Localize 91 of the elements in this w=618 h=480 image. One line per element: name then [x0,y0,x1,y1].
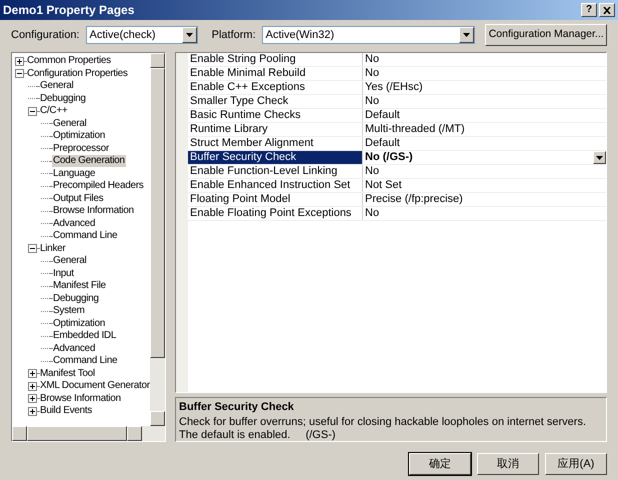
tree-item[interactable]: Linker [39,242,66,255]
close-icon [603,6,611,14]
tree-item[interactable]: General [52,118,88,130]
dropdown-arrow-icon [463,33,470,37]
collapse-icon[interactable] [28,106,37,116]
tree-item[interactable]: Command Line [52,230,118,242]
platform-dropdown[interactable]: Active(Win32) [262,26,476,44]
property-value: No [364,165,380,178]
property-row[interactable]: Runtime Library Multi-threaded (/MT) [188,123,606,137]
dialog-button[interactable]: 确定 [409,453,471,475]
tree-item[interactable]: Optimization [52,318,106,330]
tree-item[interactable]: Advanced [52,218,96,230]
property-value: Multi-threaded (/MT) [364,123,466,136]
property-row[interactable]: Basic Runtime Checks Default [188,109,606,123]
platform-label: Platform: [212,28,256,43]
property-row[interactable]: Enable Minimal Rebuild No [188,67,606,81]
property-row[interactable]: Enable Function-Level Linking No [188,165,606,179]
tree-item[interactable]: Build Events [39,405,93,418]
tree-item[interactable]: Browse Information [52,205,135,218]
configuration-manager-button[interactable]: Configuration Manager... [485,24,607,46]
collapse-icon[interactable] [28,244,37,254]
close-button[interactable] [599,3,615,17]
property-row[interactable]: Buffer Security Check No (/GS-) [188,151,606,165]
tree-item[interactable]: General [52,255,88,268]
tree-item[interactable]: Optimization [52,130,106,142]
property-row[interactable]: Floating Point Model Precise (/fp:precise) [188,193,606,207]
property-name: Enable Minimal Rebuild [188,67,363,80]
property-value-dropdown[interactable]: No (/GS-) [363,151,606,164]
tree-item[interactable]: Language [52,168,96,180]
collapse-icon[interactable] [15,69,24,78]
configuration-label: Configuration: [11,28,80,43]
property-row[interactable]: Smaller Type Check No [188,95,606,109]
dialog-button[interactable]: 取消 [477,453,539,475]
tree-item[interactable]: Manifest Tool [39,368,96,380]
property-value: No [364,95,380,108]
property-row[interactable]: Enable C++ Exceptions Yes (/EHsc) [188,81,606,95]
property-value: Default [364,137,401,150]
window-title: Demo1 Property Pages [3,2,136,19]
configuration-dropdown[interactable]: Active(check) [86,26,198,44]
property-value: Yes (/EHsc) [364,81,424,94]
property-name: Enable Function-Level Linking [188,165,363,178]
tree-item[interactable]: Preprocessor [52,142,110,155]
tree-item[interactable]: Browse Information [39,392,122,405]
dialog-button[interactable]: 应用(A) [545,453,607,475]
property-name: Basic Runtime Checks [188,109,363,122]
tree-item[interactable]: Output Files [52,192,104,205]
tree-item[interactable]: General [39,80,74,92]
tree-item[interactable]: Debugging [52,292,100,305]
vertical-scrollbar[interactable] [150,53,165,426]
property-name: Smaller Type Check [188,95,363,108]
tree-item[interactable]: Precompiled Headers [52,180,144,192]
tree-item[interactable]: C/C++ [39,105,68,118]
expand-icon[interactable] [28,382,37,391]
property-name: Enable Enhanced Instruction Set [188,179,363,192]
property-name: Struct Member Alignment [188,137,363,150]
property-name: Enable String Pooling [188,53,363,66]
property-name: Enable C++ Exceptions [188,81,363,94]
tree-item[interactable]: Configuration Properties [26,68,129,80]
expand-icon[interactable] [28,369,37,378]
expand-icon[interactable] [28,406,37,416]
expand-icon[interactable] [15,56,24,66]
property-value: Precise (/fp:precise) [364,193,464,206]
tree-item[interactable]: Embedded IDL [52,330,118,342]
property-value: Not Set [364,179,403,192]
property-value: No [364,67,380,80]
tree-item[interactable]: XML Document Generator [39,380,150,392]
property-name: Floating Point Model [188,193,363,206]
property-name: Enable Floating Point Exceptions [188,207,363,220]
help-button[interactable]: ? [581,3,597,17]
expand-icon[interactable] [28,394,37,404]
property-value: Default [364,109,401,122]
dropdown-arrow-icon [186,33,193,37]
dropdown-arrow-icon [596,156,603,160]
tree-item[interactable]: Command Line [52,355,118,368]
property-value: No [364,207,380,220]
property-row[interactable]: Enable String Pooling No [188,53,606,67]
property-name: Runtime Library [188,123,363,136]
tree-item[interactable]: Input [52,268,75,280]
tree-item[interactable]: System [52,305,86,318]
description-title: Buffer Security Check [179,400,295,415]
tree-item[interactable]: Advanced [52,342,96,355]
tree-item[interactable]: Debugging [39,92,87,105]
description-text: Check for buffer overruns; useful for closing hackable loopholes on internet servers. The default is enabled. (/GS-) [179,416,588,442]
tree-item[interactable]: Common Properties [26,55,112,68]
horizontal-scrollbar[interactable] [12,426,165,441]
property-row[interactable]: Enable Floating Point Exceptions No [188,207,606,221]
tree-item[interactable]: Code Generation [52,155,126,168]
property-name: Buffer Security Check [188,151,363,164]
tree-item[interactable]: Manifest File [52,280,107,292]
property-value: No [364,53,380,66]
property-row[interactable]: Enable Enhanced Instruction Set Not Set [188,179,606,193]
